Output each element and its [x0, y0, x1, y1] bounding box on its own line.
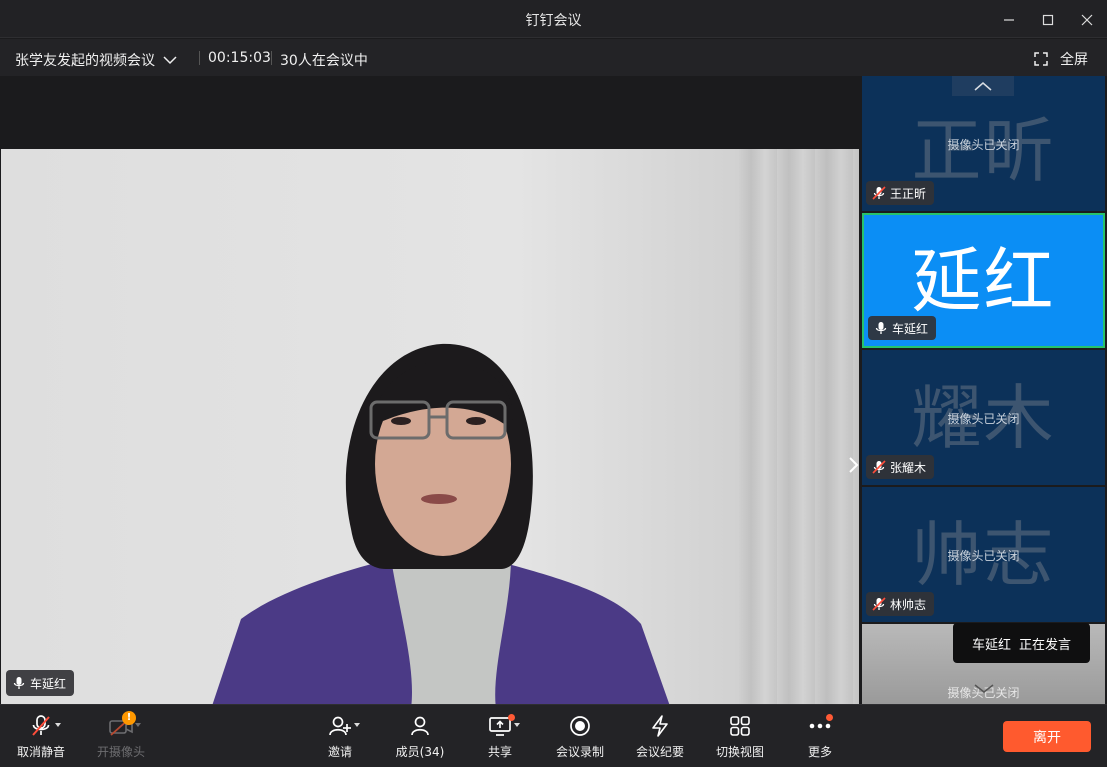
- divider: [199, 51, 200, 65]
- chevron-down-icon: [163, 56, 177, 65]
- record-label: 会议录制: [555, 745, 604, 759]
- participant-tile-active[interactable]: 延红 车延红: [862, 213, 1105, 348]
- microphone-icon: [875, 322, 887, 334]
- leave-meeting-button[interactable]: 离开: [1003, 721, 1091, 752]
- participant-tile[interactable]: 正昕 摄像头已关闭 王正昕: [862, 76, 1105, 211]
- video-background-curtain: [739, 149, 859, 706]
- participant-name-tag: 车延红: [868, 316, 937, 340]
- camera-off-label: 摄像头已关闭: [947, 138, 1020, 152]
- gallery-scroll-up[interactable]: [952, 76, 1014, 96]
- meeting-title-dropdown[interactable]: 张学友发起的视频会议: [15, 50, 177, 70]
- fullscreen-label: 全屏: [1060, 52, 1088, 68]
- meeting-title: 张学友发起的视频会议: [15, 53, 155, 69]
- participant-avatar-text: 延红: [911, 240, 1056, 322]
- warning-badge-icon: !: [122, 711, 136, 725]
- share-button[interactable]: 共享: [462, 713, 538, 765]
- invite-label: 邀请: [327, 745, 352, 759]
- caret-down-icon[interactable]: [135, 723, 141, 727]
- more-dots-icon: [809, 723, 831, 729]
- participant-gallery: 正昕 摄像头已关闭 王正昕 延红 车延红 耀木 摄像头已关闭 张耀木 帅志 摄像…: [860, 76, 1107, 704]
- close-icon: [1081, 14, 1093, 26]
- main-speaker-name: 车延红: [30, 676, 67, 691]
- more-button[interactable]: 更多: [782, 713, 858, 765]
- meeting-timer: 00:15:03: [208, 50, 271, 66]
- members-button[interactable]: 成员(34): [382, 713, 458, 765]
- window-title: 钉钉会议: [525, 13, 582, 29]
- notification-dot: [508, 714, 515, 721]
- participant-tile[interactable]: 耀木 摄像头已关闭 张耀木: [862, 350, 1105, 485]
- caret-down-icon[interactable]: [55, 723, 61, 727]
- notification-dot: [826, 714, 833, 721]
- muted-microphone-icon: [872, 460, 886, 474]
- caret-down-icon[interactable]: [514, 723, 520, 727]
- minutes-button[interactable]: 会议纪要: [622, 713, 698, 765]
- title-bar: 钉钉会议: [0, 0, 1107, 38]
- grid-view-icon: [730, 716, 750, 736]
- minimize-icon: [1004, 19, 1014, 21]
- meeting-info-bar: 张学友发起的视频会议 00:15:03 30人在会议中 全屏: [0, 39, 1107, 76]
- participant-count: 30人在会议中: [280, 53, 368, 69]
- unmute-label: 取消静音: [16, 745, 65, 759]
- minutes-lightning-icon: [652, 715, 668, 737]
- close-button[interactable]: [1074, 7, 1100, 33]
- muted-microphone-icon: [32, 715, 50, 736]
- unmute-button[interactable]: 取消静音: [3, 713, 79, 765]
- maximize-button[interactable]: [1035, 7, 1061, 33]
- participant-name: 张耀木: [890, 460, 927, 475]
- share-label: 共享: [487, 745, 512, 759]
- participant-name: 王正昕: [890, 186, 927, 201]
- members-label: 成员(34): [395, 745, 445, 759]
- camera-label: 开摄像头: [96, 745, 145, 759]
- meeting-window: 钉钉会议 张学友发起的视频会议 00:15:03 30人在会议中 全屏 车延红 …: [0, 0, 1107, 767]
- main-stage: 车延红: [0, 76, 860, 706]
- speaking-status: 正在发言: [1019, 637, 1072, 653]
- minimize-button[interactable]: [996, 7, 1022, 33]
- maximize-icon: [1042, 14, 1054, 26]
- chevron-down-icon[interactable]: [974, 684, 994, 694]
- fullscreen-icon: [1034, 52, 1048, 66]
- divider: [271, 51, 272, 65]
- participant-name-tag: 王正昕: [866, 181, 935, 205]
- caret-down-icon[interactable]: [354, 723, 360, 727]
- main-speaker-tag: 车延红: [6, 670, 75, 696]
- camera-off-label: 摄像头已关闭: [947, 412, 1020, 426]
- add-person-icon: [329, 716, 351, 736]
- camera-button[interactable]: ! 开摄像头: [83, 711, 159, 765]
- minutes-label: 会议纪要: [635, 745, 684, 759]
- members-icon: [411, 716, 429, 736]
- speaking-indicator-toast: 车延红 正在发言: [953, 623, 1090, 663]
- main-video-feed: [1, 149, 859, 706]
- speaker-video-figure: [212, 343, 670, 706]
- participant-tile[interactable]: 帅志 摄像头已关闭 林帅志: [862, 487, 1105, 622]
- participant-name-tag: 张耀木: [866, 455, 935, 479]
- speaking-name: 车延红: [971, 637, 1011, 653]
- muted-microphone-icon: [872, 597, 886, 611]
- muted-microphone-icon: [872, 186, 886, 200]
- switch-view-label: 切换视图: [715, 745, 764, 759]
- camera-off-label: 摄像头已关闭: [947, 549, 1020, 563]
- fullscreen-button[interactable]: 全屏: [1034, 49, 1088, 69]
- participant-name: 林帅志: [890, 597, 927, 612]
- record-button[interactable]: 会议录制: [542, 713, 618, 765]
- more-label: 更多: [807, 745, 832, 759]
- bottom-toolbar: 取消静音 ! 开摄像头 邀请 成员(34) 共享 会议录制 会议纪要 切换视图 …: [0, 704, 1107, 767]
- switch-view-button[interactable]: 切换视图: [702, 713, 778, 765]
- chevron-up-icon: [974, 82, 992, 91]
- invite-button[interactable]: 邀请: [302, 713, 378, 765]
- record-icon: [570, 716, 590, 736]
- participant-name: 车延红: [892, 321, 929, 336]
- participant-name-tag: 林帅志: [866, 592, 935, 616]
- microphone-icon: [13, 677, 25, 689]
